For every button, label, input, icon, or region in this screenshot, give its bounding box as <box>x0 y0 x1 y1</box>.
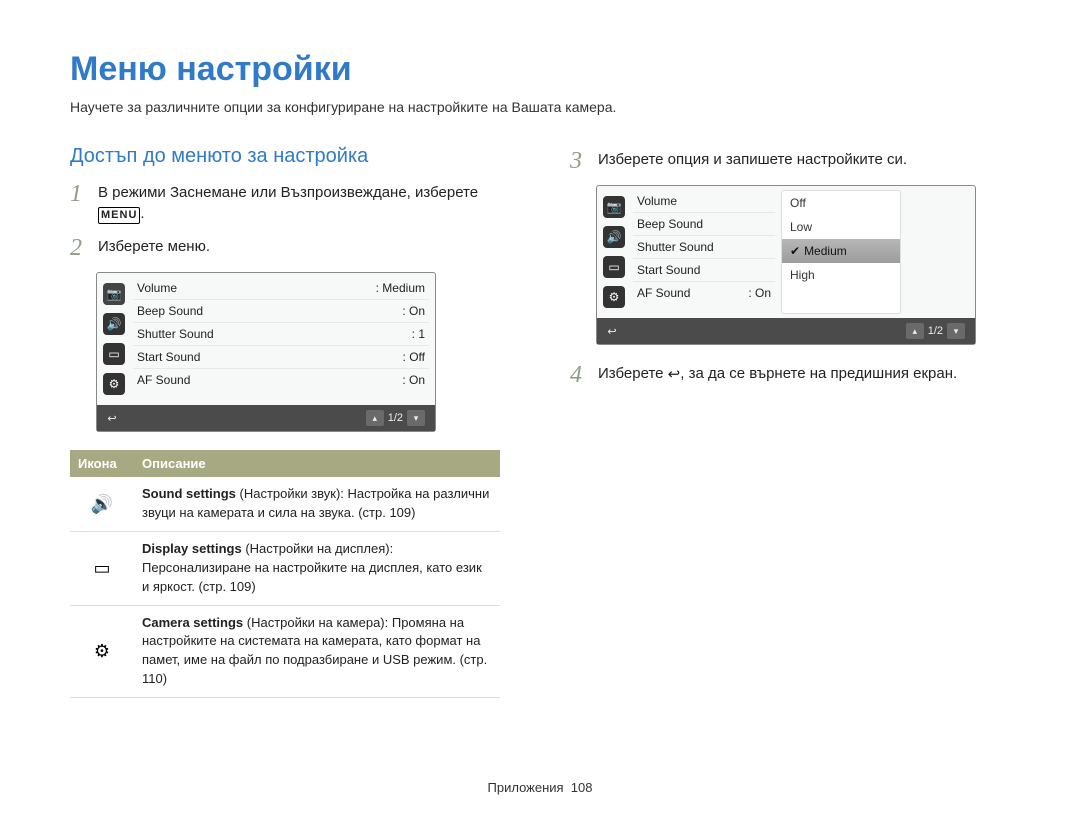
page-down-icon[interactable]: ▾ <box>407 410 425 426</box>
row-bold: Sound settings <box>142 486 236 501</box>
menu-row: AF Sound: On <box>633 282 775 304</box>
speaker-icon: 🔊 <box>603 226 625 248</box>
check-icon: ✔ <box>790 244 800 258</box>
speaker-icon: 🔊 <box>103 313 125 335</box>
option-panel: Off Low ✔Medium High <box>781 190 901 314</box>
camera-menu-2: 📷 🔊 ▭ ⚙ Volume Beep Sound Shutter Sound … <box>596 185 976 345</box>
menu-icon: MENU <box>98 207 140 224</box>
menu-row: Beep Sound: On <box>133 300 429 323</box>
page-indicator: 1/2 <box>388 412 403 424</box>
icon-description-table: Икона Описание 🔊 Sound settings (Настрой… <box>70 450 500 698</box>
camera-menu-list: Volume Beep Sound Shutter Sound Start So… <box>631 186 781 318</box>
step4-text-a: Изберете <box>598 365 668 382</box>
camera-nav-bar: ↩ ▴ 1/2 ▾ <box>597 318 975 344</box>
step-1: 1 В режими Заснемане или Възпроизвеждане… <box>70 182 520 224</box>
page-up-icon[interactable]: ▴ <box>906 323 924 339</box>
step-text: В режими Заснемане или Възпроизвеждане, … <box>98 182 478 224</box>
speaker-icon: 🔊 <box>89 491 115 517</box>
back-arrow-icon: ↩ <box>668 364 681 385</box>
page-footer: Приложения 108 <box>0 780 1080 795</box>
footer-label: Приложения <box>488 780 564 795</box>
step-text: Изберете меню. <box>98 236 210 257</box>
option-item-selected[interactable]: ✔Medium <box>782 239 900 263</box>
table-header-description: Описание <box>134 450 500 477</box>
page-title: Меню настройки <box>70 50 1020 89</box>
camera-menu-1: 📷 🔊 ▭ ⚙ Volume: Medium Beep Sound: On Sh… <box>96 272 436 432</box>
display-icon: ▭ <box>603 256 625 278</box>
page-up-icon[interactable]: ▴ <box>366 410 384 426</box>
option-item[interactable]: Off <box>782 191 900 215</box>
table-header-icon: Икона <box>70 450 134 477</box>
step1-text-a: В режими Заснемане или Възпроизвеждане, … <box>98 184 478 201</box>
camera-icon: 📷 <box>103 283 125 305</box>
step-text: Изберете ↩, за да се върнете на предишни… <box>598 363 957 385</box>
gear-icon: ⚙ <box>603 286 625 308</box>
step-number: 2 <box>70 236 88 260</box>
camera-icon: 📷 <box>603 196 625 218</box>
row-bold: Camera settings <box>142 615 243 630</box>
page-subtitle: Научете за различните опции за конфигури… <box>70 99 1020 115</box>
menu-row: Volume <box>633 190 775 213</box>
page-indicator: 1/2 <box>928 325 943 337</box>
display-icon: ▭ <box>89 555 115 581</box>
option-item[interactable]: High <box>782 263 900 287</box>
menu-row: Volume: Medium <box>133 277 429 300</box>
step-number: 3 <box>570 149 588 173</box>
step1-text-b: . <box>140 205 144 222</box>
gear-icon: ⚙ <box>103 373 125 395</box>
section-heading: Достъп до менюто за настройка <box>70 145 520 168</box>
camera-menu-list: Volume: Medium Beep Sound: On Shutter So… <box>131 273 435 405</box>
back-icon[interactable]: ↩ <box>97 412 127 425</box>
step4-text-b: , за да се върнете на предишния екран. <box>680 365 957 382</box>
table-row: ▭ Display settings (Настройки на дисплея… <box>70 532 500 606</box>
page-down-icon[interactable]: ▾ <box>947 323 965 339</box>
camera-side-icons: 📷 🔊 ▭ ⚙ <box>597 186 631 318</box>
step-text: Изберете опция и запишете настройките си… <box>598 149 907 170</box>
step-4: 4 Изберете ↩, за да се върнете на предиш… <box>570 363 1020 387</box>
gear-icon: ⚙ <box>89 638 115 664</box>
menu-row: Shutter Sound: 1 <box>133 323 429 346</box>
step-3: 3 Изберете опция и запишете настройките … <box>570 149 1020 173</box>
step-2: 2 Изберете меню. <box>70 236 520 260</box>
menu-row: Beep Sound <box>633 213 775 236</box>
menu-row: Shutter Sound <box>633 236 775 259</box>
camera-side-icons: 📷 🔊 ▭ ⚙ <box>97 273 131 405</box>
display-icon: ▭ <box>103 343 125 365</box>
camera-nav-bar: ↩ ▴ 1/2 ▾ <box>97 405 435 431</box>
table-row: 🔊 Sound settings (Настройки звук): Настр… <box>70 477 500 531</box>
table-row: ⚙ Camera settings (Настройки на камера):… <box>70 605 500 697</box>
option-item[interactable]: Low <box>782 215 900 239</box>
step-number: 1 <box>70 182 88 206</box>
row-bold: Display settings <box>142 541 242 556</box>
back-icon[interactable]: ↩ <box>597 325 627 338</box>
right-column: 3 Изберете опция и запишете настройките … <box>570 145 1020 698</box>
menu-row: Start Sound <box>633 259 775 282</box>
menu-row: Start Sound: Off <box>133 346 429 369</box>
left-column: Достъп до менюто за настройка 1 В режими… <box>70 145 520 698</box>
menu-row: AF Sound: On <box>133 369 429 391</box>
footer-page-number: 108 <box>571 780 593 795</box>
step-number: 4 <box>570 363 588 387</box>
